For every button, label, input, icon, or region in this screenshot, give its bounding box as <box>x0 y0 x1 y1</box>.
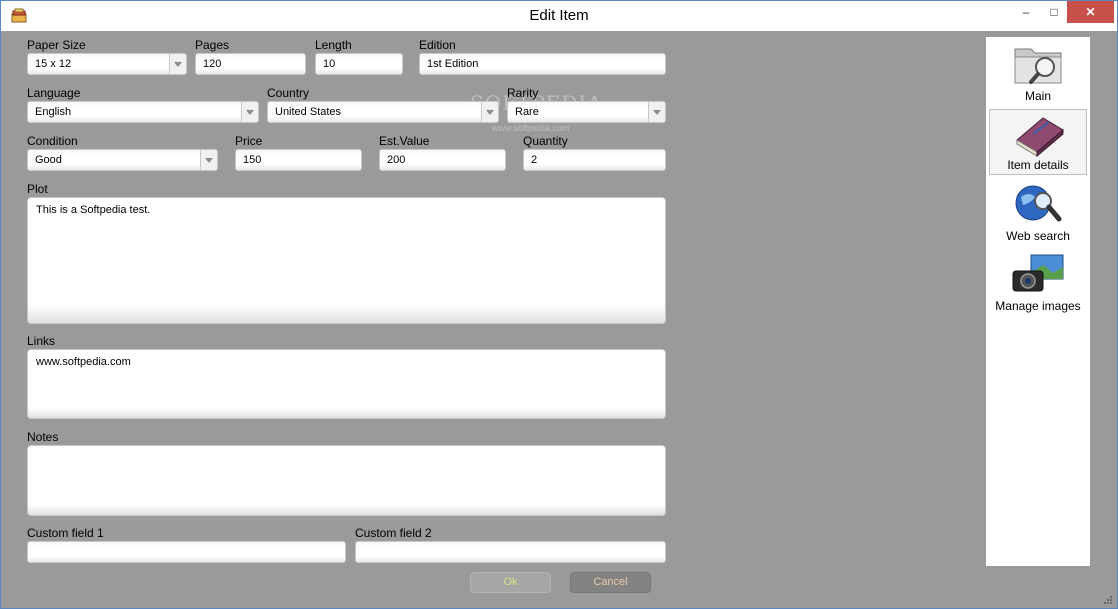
nav-item-main[interactable]: Main <box>989 39 1087 105</box>
nav-label-main: Main <box>1024 89 1051 103</box>
price-label: Price <box>235 134 263 148</box>
edition-label: Edition <box>419 38 456 52</box>
rarity-combo[interactable]: Rare <box>507 101 666 123</box>
custom-field-1-input[interactable] <box>27 541 346 563</box>
country-value: United States <box>275 106 342 118</box>
cancel-button[interactable]: Cancel <box>570 572 651 593</box>
rarity-value: Rare <box>515 106 539 118</box>
condition-label: Condition <box>27 134 78 148</box>
custom-field-2-input[interactable] <box>355 541 666 563</box>
pages-field[interactable]: 120 <box>195 53 306 75</box>
folder-search-icon <box>1014 48 1062 84</box>
edit-item-window: Edit Item – □ ✕ SOFTPEDIA www.softpedia.… <box>0 0 1118 609</box>
links-label: Links <box>27 334 56 348</box>
nav-label-manage-images: Manage images <box>995 299 1081 313</box>
watermark-url: www.softpedia.com <box>492 123 570 133</box>
condition-combo[interactable]: Good <box>27 149 218 171</box>
length-label: Length <box>315 38 352 52</box>
paper-size-combo[interactable]: 15 x 12 <box>27 53 187 75</box>
chevron-down-icon[interactable] <box>200 150 217 170</box>
quantity-field[interactable]: 2 <box>523 149 666 171</box>
edition-field[interactable]: 1st Edition <box>419 53 666 75</box>
chevron-down-icon[interactable] <box>169 54 186 74</box>
est-value-label: Est.Value <box>379 134 430 148</box>
title-bar[interactable]: Edit Item – □ ✕ <box>1 1 1117 31</box>
chevron-down-icon[interactable] <box>648 102 665 122</box>
nav-label-web-search: Web search <box>1006 229 1070 243</box>
pages-label: Pages <box>195 38 230 52</box>
paper-size-label: Paper Size <box>27 38 86 52</box>
plot-textarea[interactable]: This is a Softpedia test. <box>27 197 666 324</box>
nav-item-manage-images[interactable]: Manage images <box>989 249 1087 315</box>
country-combo[interactable]: United States <box>267 101 499 123</box>
chevron-down-icon[interactable] <box>481 102 498 122</box>
minimize-button[interactable]: – <box>1012 1 1040 23</box>
nav-item-web-search[interactable]: Web search <box>989 179 1087 245</box>
close-button[interactable]: ✕ <box>1067 1 1114 23</box>
links-textarea[interactable]: www.softpedia.com <box>27 349 666 419</box>
notes-label: Notes <box>27 430 59 444</box>
condition-value: Good <box>35 154 62 166</box>
plot-label: Plot <box>27 182 48 196</box>
country-label: Country <box>267 86 310 100</box>
language-value: English <box>35 106 72 118</box>
nav-label-item-details: Item details <box>1007 158 1069 172</box>
est-value-field[interactable]: 200 <box>379 149 506 171</box>
book-icon <box>1016 117 1064 158</box>
paper-size-value: 15 x 12 <box>35 58 72 70</box>
custom-field-1-label: Custom field 1 <box>27 526 104 540</box>
language-label: Language <box>27 86 81 100</box>
length-field[interactable]: 10 <box>315 53 403 75</box>
ok-button[interactable]: Ok <box>470 572 551 593</box>
custom-field-2-label: Custom field 2 <box>355 526 432 540</box>
chevron-down-icon[interactable] <box>241 102 258 122</box>
language-combo[interactable]: English <box>27 101 259 123</box>
quantity-label: Quantity <box>523 134 568 148</box>
globe-search-icon <box>1015 185 1062 222</box>
window-title: Edit Item <box>529 7 589 24</box>
resize-grip-icon[interactable] <box>1104 596 1112 604</box>
nav-item-item-details[interactable]: Item details <box>989 109 1087 175</box>
rarity-label: Rarity <box>507 86 539 100</box>
navigation-panel: Main Item details Web search Manage imag… <box>986 37 1090 566</box>
dialog-content: SOFTPEDIA www.softpedia.com Paper Size 1… <box>2 31 1116 608</box>
camera-images-icon <box>1012 254 1064 292</box>
notes-textarea[interactable] <box>27 445 666 516</box>
maximize-button[interactable]: □ <box>1040 1 1068 23</box>
price-field[interactable]: 150 <box>235 149 362 171</box>
